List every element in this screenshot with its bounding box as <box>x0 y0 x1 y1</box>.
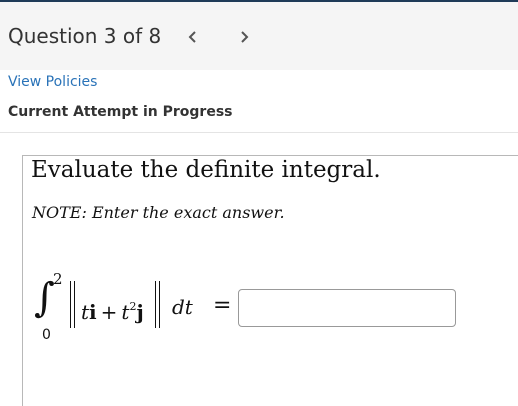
differential: dt <box>172 295 193 319</box>
integral-lower-limit: 0 <box>42 327 51 343</box>
view-policies-link[interactable]: View Policies <box>8 74 97 90</box>
divider <box>0 132 518 133</box>
unit-vector-i: i <box>89 300 97 324</box>
chevron-left-icon <box>188 31 196 43</box>
integrand: ti + t2j <box>81 296 144 323</box>
equals-sign: = <box>213 293 232 318</box>
integrand-t: t <box>81 300 90 324</box>
question-panel <box>22 155 518 406</box>
integral-sign: ∫ <box>34 275 55 321</box>
answer-input[interactable] <box>238 289 456 327</box>
chevron-right-icon <box>241 31 249 43</box>
next-question-button[interactable] <box>233 24 257 50</box>
question-note: NOTE: Enter the exact answer. <box>32 203 285 222</box>
attempt-status: Current Attempt in Progress <box>8 104 233 120</box>
norm-bar-right-outer <box>159 281 160 328</box>
question-prompt: Evaluate the definite integral. <box>31 157 381 183</box>
previous-question-button[interactable] <box>180 24 204 50</box>
plus-sign: + <box>100 300 118 324</box>
norm-bar-left-outer <box>70 281 71 328</box>
question-counter: Question 3 of 8 <box>8 24 162 48</box>
norm-bar-left-inner <box>74 281 75 328</box>
norm-bar-right-inner <box>155 281 156 328</box>
unit-vector-j: j <box>136 300 144 324</box>
integral-upper-limit: 2 <box>53 270 63 288</box>
